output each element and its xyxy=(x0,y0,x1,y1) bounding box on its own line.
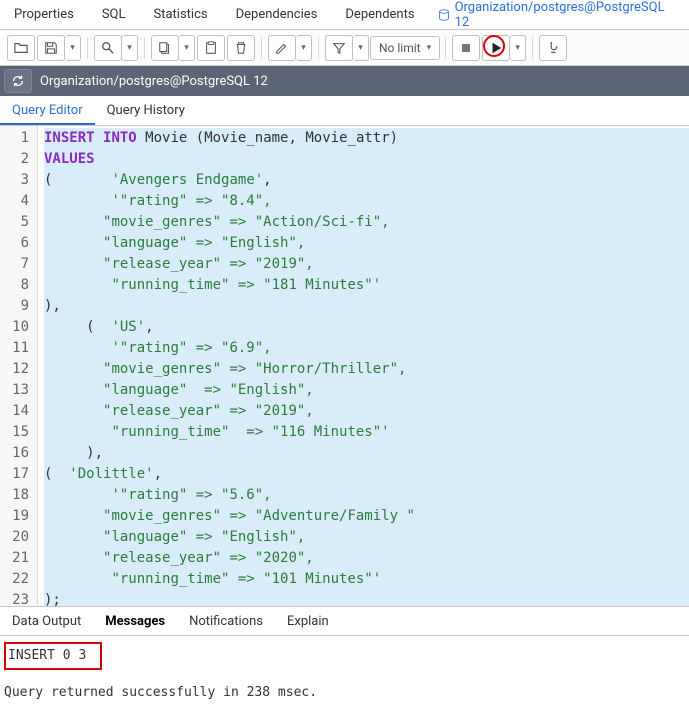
filter-button[interactable] xyxy=(325,35,353,61)
execute-button[interactable] xyxy=(482,35,510,61)
limit-select[interactable]: No limit ▾ xyxy=(370,36,440,60)
tab-explain[interactable]: Explain xyxy=(275,607,341,635)
paste-button[interactable] xyxy=(197,35,225,61)
database-icon xyxy=(437,8,451,22)
separator xyxy=(318,37,319,59)
line-gutter: 1234567891011121314151617181920212223 xyxy=(0,126,38,606)
tab-properties[interactable]: Properties xyxy=(0,1,88,28)
sql-editor[interactable]: 1234567891011121314151617181920212223 IN… xyxy=(0,126,689,606)
copy-dropdown[interactable]: ▾ xyxy=(179,35,195,61)
find-button[interactable] xyxy=(94,35,122,61)
connection-label: Organization/postgres@PostgreSQL 12 xyxy=(40,74,268,89)
tab-query-tool[interactable]: Organization/postgres@PostgreSQL 12 xyxy=(429,0,689,36)
tab-messages[interactable]: Messages xyxy=(93,607,177,635)
result-text: INSERT 0 3 xyxy=(4,642,102,670)
explain-button[interactable] xyxy=(539,35,567,61)
save-dropdown[interactable]: ▾ xyxy=(65,35,81,61)
tab-dependencies[interactable]: Dependencies xyxy=(222,1,332,28)
tab-query-tool-label: Organization/postgres@PostgreSQL 12 xyxy=(455,0,681,30)
stop-button[interactable] xyxy=(452,35,480,61)
tab-statistics[interactable]: Statistics xyxy=(140,1,222,28)
editor-tabs: Query Editor Query History xyxy=(0,96,689,126)
separator xyxy=(144,37,145,59)
limit-select-label: No limit xyxy=(379,41,421,55)
chevron-down-icon: ▾ xyxy=(427,43,432,53)
copy-button[interactable] xyxy=(151,35,179,61)
code-area[interactable]: INSERT INTO Movie (Movie_name, Movie_att… xyxy=(38,126,689,606)
edit-dropdown[interactable]: ▾ xyxy=(296,35,312,61)
execute-dropdown[interactable]: ▾ xyxy=(510,35,526,61)
find-dropdown[interactable]: ▾ xyxy=(122,35,138,61)
delete-button[interactable] xyxy=(227,35,255,61)
tab-notifications[interactable]: Notifications xyxy=(177,607,275,635)
separator xyxy=(532,37,533,59)
tab-query-history[interactable]: Query History xyxy=(95,96,197,125)
save-button[interactable] xyxy=(37,35,65,61)
tab-dependents[interactable]: Dependents xyxy=(331,1,428,28)
connection-bar: Organization/postgres@PostgreSQL 12 xyxy=(0,66,689,96)
output-tabs: Data Output Messages Notifications Expla… xyxy=(0,606,689,636)
open-file-button[interactable] xyxy=(7,35,35,61)
separator xyxy=(261,37,262,59)
tab-sql[interactable]: SQL xyxy=(88,1,140,28)
separator xyxy=(445,37,446,59)
filter-dropdown[interactable]: ▾ xyxy=(353,35,369,61)
messages-pane: INSERT 0 3 Query returned successfully i… xyxy=(0,636,689,710)
edit-button[interactable] xyxy=(268,35,296,61)
tab-query-editor[interactable]: Query Editor xyxy=(0,96,95,125)
tab-data-output[interactable]: Data Output xyxy=(0,607,93,635)
page-tabs: Properties SQL Statistics Dependencies D… xyxy=(0,0,689,30)
separator xyxy=(87,37,88,59)
summary-text: Query returned successfully in 238 msec. xyxy=(4,682,685,704)
refresh-button[interactable] xyxy=(4,69,32,93)
